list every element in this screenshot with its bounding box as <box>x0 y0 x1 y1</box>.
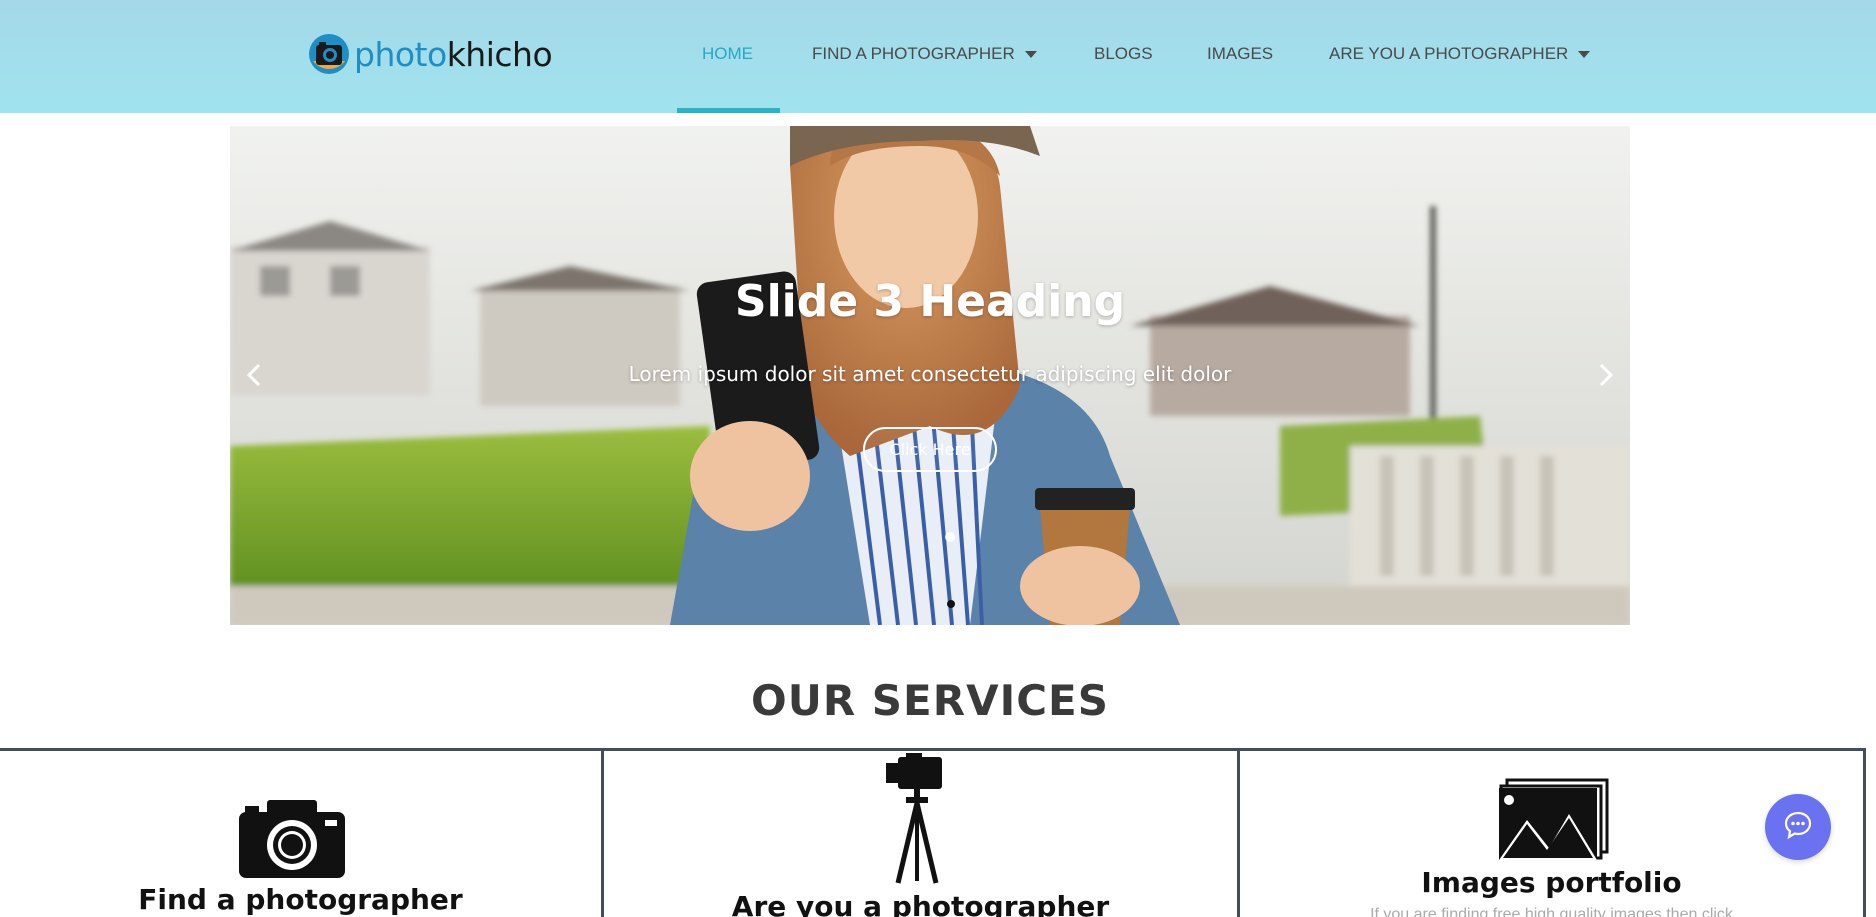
chat-icon <box>1783 810 1813 845</box>
service-title: Images portfolio <box>1421 866 1682 899</box>
service-card-are-you-photographer[interactable]: Are you a photographer <box>601 748 1237 917</box>
chevron-left-icon[interactable] <box>244 360 264 390</box>
service-card-find-photographer[interactable]: Find a photographer <box>0 748 601 917</box>
nav-find-photographer[interactable]: FIND A PHOTOGRAPHER <box>812 44 1037 64</box>
caret-down-icon <box>1578 50 1591 58</box>
nav-are-you-photographer[interactable]: ARE YOU A PHOTOGRAPHER <box>1329 44 1591 64</box>
chat-widget-button[interactable] <box>1765 794 1831 860</box>
nav-find-photographer-label: FIND A PHOTOGRAPHER <box>812 44 1015 63</box>
site-header: photokhicho HOME FIND A PHOTOGRAPHER BLO… <box>0 0 1876 113</box>
service-title: Are you a photographer <box>731 890 1110 917</box>
nav-images-label: IMAGES <box>1207 44 1274 63</box>
hero-slider: Slide 3 Heading Lorem ipsum dolor sit am… <box>230 126 1630 625</box>
chevron-right-icon[interactable] <box>1596 360 1616 390</box>
nav-home[interactable]: HOME <box>702 44 753 64</box>
slide-heading: Slide 3 Heading <box>734 276 1126 327</box>
nav-images[interactable]: IMAGES <box>1207 44 1273 64</box>
service-title: Find a photographer <box>138 883 463 916</box>
services-heading: OUR SERVICES <box>751 676 1109 725</box>
nav-blogs-label: BLOGS <box>1094 44 1153 63</box>
slider-dot-active[interactable] <box>947 600 955 608</box>
nav-are-you-photographer-label: ARE YOU A PHOTOGRAPHER <box>1329 44 1569 63</box>
main-nav: HOME FIND A PHOTOGRAPHER BLOGS IMAGES AR… <box>0 0 1876 113</box>
tripod-camera-icon <box>884 753 948 890</box>
service-description: If you are finding free high quality ima… <box>1370 906 1733 917</box>
camera-icon <box>237 798 347 885</box>
slide-text: Lorem ipsum dolor sit amet consectetur a… <box>628 362 1232 386</box>
slider-dot[interactable] <box>945 532 955 542</box>
active-nav-underline <box>677 108 780 113</box>
image-gallery-icon <box>1497 778 1609 867</box>
nav-blogs[interactable]: BLOGS <box>1094 44 1153 64</box>
caret-down-icon <box>1024 50 1037 58</box>
slide-cta-button[interactable]: Click Here <box>863 427 997 472</box>
nav-home-label: HOME <box>702 44 753 63</box>
